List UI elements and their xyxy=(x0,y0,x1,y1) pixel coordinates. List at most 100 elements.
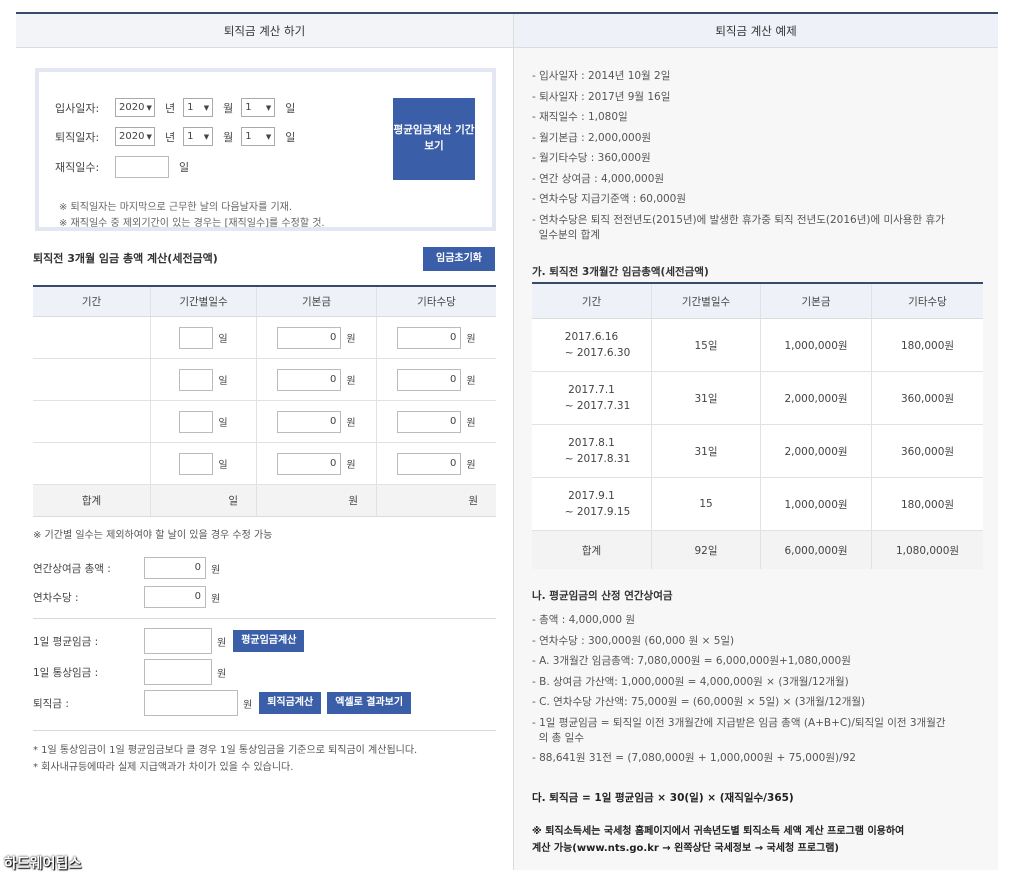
extra-input[interactable]: 0 xyxy=(397,452,462,475)
sum-row: 합계 일 원 원 xyxy=(33,485,496,517)
example-table: 기간 기간별일수 기본금 기타수당 2017.6.16 ~ 2017.6.30 1… xyxy=(532,282,983,569)
base-input[interactable]: 0 xyxy=(277,410,342,433)
retire-year-select[interactable]: 2020 ▼ xyxy=(115,127,155,146)
list-item: - 88,641원 31전 = (7,080,000원 + 1,000,000원… xyxy=(532,751,856,764)
days-note: ※ 기간별 일수는 제외하여야 할 날이 있을 경우 수정 가능 xyxy=(33,530,273,541)
date-note-2: ※ 재직일수 중 제외기간이 있는 경우는 [재직일수]를 수정할 것. xyxy=(59,218,325,229)
list-item: 일수분의 합계 xyxy=(532,228,600,241)
tenure-label: 재직일수: xyxy=(55,161,100,174)
table-row: 일 0원 0원 xyxy=(33,359,496,401)
chevron-down-icon: ▼ xyxy=(203,103,210,112)
divider xyxy=(33,730,496,731)
sum-extra: 원 xyxy=(468,495,478,507)
list-item: - A. 3개월간 임금총액: 7,080,000원 = 6,000,000원+… xyxy=(532,655,851,667)
daily-normal-input[interactable] xyxy=(144,659,212,685)
list-item: - 재직일수 : 1,080일 xyxy=(532,111,628,123)
wage-table: 기간 기간별일수 기본금 기타수당 일 0원 0원 일 0원 0원 일 0원 0… xyxy=(33,285,496,517)
calculator-panel: 퇴직금 계산 하기 입사일자: 2020 ▼ 년 1 ▼ 월 1 ▼ 일 퇴직일자: … xyxy=(16,14,513,870)
period-cell xyxy=(33,443,151,484)
list-item: - 연간 상여금 : 4,000,000원 xyxy=(532,172,665,185)
annual-bonus-row: 연간상여금 총액 : 0 원 xyxy=(33,557,220,579)
list-item: - 퇴사일자 : 2017년 9월 16일 xyxy=(532,90,671,103)
list-item: - 입사일자 : 2014년 10월 2일 xyxy=(532,70,671,82)
list-item: - B. 상여금 가산액: 1,000,000원 = 4,000,000원 × … xyxy=(532,675,849,688)
annual-bonus-input[interactable]: 0 xyxy=(144,557,206,579)
table-row: 2017.7.1 ~ 2017.7.31 31일 2,000,000원 360,0… xyxy=(532,372,983,425)
sum-days: 일 xyxy=(151,485,257,516)
list-item: - 월기본급 : 2,000,000원 xyxy=(532,131,652,144)
divider xyxy=(33,618,496,619)
example-panel: 퇴직금 계산 예제 - 입사일자 : 2014년 10월 2일 - 퇴사일자 :… xyxy=(513,14,998,870)
leave-pay-input[interactable]: 0 xyxy=(144,586,206,608)
calc-steps: - 총액 : 4,000,000 원 - 연차수당 : 300,000원 (60… xyxy=(532,610,946,768)
base-input[interactable]: 0 xyxy=(277,452,342,475)
retire-date-label: 퇴직일자: xyxy=(55,130,100,144)
sum-base: 원 xyxy=(257,485,377,516)
table-row: 2017.8.1 ~ 2017.8.31 31일 2,000,000원 360,0… xyxy=(532,425,983,478)
hire-year-select[interactable]: 2020 ▼ xyxy=(115,98,155,117)
days-input[interactable] xyxy=(179,452,214,475)
reset-wage-button[interactable]: 임금초기화 xyxy=(423,247,495,271)
wage-section-title: 퇴직전 3개월 임금 총액 계산(세전금액) xyxy=(33,252,218,265)
tenure-row: 재직일수: 일 xyxy=(55,156,193,178)
list-item: - 연차수당 : 300,000원 (60,000 원 × 5일) xyxy=(532,634,735,647)
extra-input[interactable]: 0 xyxy=(397,410,462,433)
daily-normal-row: 1일 통상임금 : 원 xyxy=(33,659,226,685)
chevron-down-icon: ▼ xyxy=(265,132,272,141)
table-row: 일 0원 0원 xyxy=(33,317,496,359)
chevron-down-icon: ▼ xyxy=(146,132,152,141)
severance-calc-button[interactable]: 퇴직금계산 xyxy=(259,692,322,714)
days-input[interactable] xyxy=(179,410,214,433)
extra-input[interactable]: 0 xyxy=(397,368,462,391)
list-item: - C. 연차수당 가산액: 75,000원 = (60,000원 × 5일) … xyxy=(532,696,866,708)
period-view-button[interactable]: 평균임금계산 기간보기 xyxy=(393,98,475,180)
date-note-1: ※ 퇴직일자는 마지막으로 근무한 날의 다음날자를 기재. xyxy=(59,202,293,213)
retire-day-select[interactable]: 1 ▼ xyxy=(241,127,276,146)
list-item: - 1일 평균임금 = 퇴직일 이전 3개월간에 지급받은 임금 총액 (A+B… xyxy=(532,716,946,729)
days-input[interactable] xyxy=(179,326,214,349)
severance-row: 퇴직금 : 원 퇴직금계산 엑셀로 결과보기 xyxy=(33,690,412,716)
section-a-title: 가. 퇴직전 3개월간 임금총액(세전금액) xyxy=(532,266,709,278)
table-row: 일 0원 0원 xyxy=(33,443,496,485)
watermark: 하드웨어팁스 xyxy=(4,856,82,872)
list-item: - 총액 : 4,000,000 원 xyxy=(532,614,636,626)
list-item: 의 총 일수 xyxy=(532,731,584,744)
section-b-title: 나. 평균임금의 산정 연간상여금 xyxy=(532,590,673,602)
list-item: - 연차수당은 퇴직 전전년도(2015년)에 발생한 휴가중 퇴직 전년도(2… xyxy=(532,213,945,226)
list-item: - 월기타수당 : 360,000원 xyxy=(532,152,651,164)
base-input[interactable]: 0 xyxy=(277,326,342,349)
days-input[interactable] xyxy=(179,368,214,391)
hire-day-select[interactable]: 1 ▼ xyxy=(241,98,276,117)
table-row: 일 0원 0원 xyxy=(33,401,496,443)
daily-average-row: 1일 평균임금 : 원 평균임금계산 xyxy=(33,628,305,654)
tax-note-2: 계산 가능(www.nts.go.kr → 왼쪽상단 국세정보 → 국세청 프로… xyxy=(532,843,840,854)
chevron-down-icon: ▼ xyxy=(146,103,152,112)
footnote-2: * 회사내규등에따라 실제 지급액과가 차이가 있을 수 있습니다. xyxy=(33,762,294,773)
period-cell xyxy=(33,401,151,442)
hire-month-select[interactable]: 1 ▼ xyxy=(183,98,214,117)
date-box: 입사일자: 2020 ▼ 년 1 ▼ 월 1 ▼ 일 퇴직일자: 2020 ▼ 년 1 ▼… xyxy=(35,68,496,231)
footnote-1: * 1일 통상임금이 1일 평균임금보다 클 경우 1일 통상임금을 기준으로 … xyxy=(33,745,418,756)
table-header: 기간 기간별일수 기본금 기타수당 xyxy=(33,287,496,317)
table-row: 2017.6.16 ~ 2017.6.30 15일 1,000,000원 180,… xyxy=(532,319,983,372)
period-cell xyxy=(33,317,151,358)
calculator-frame: 퇴직금 계산 하기 입사일자: 2020 ▼ 년 1 ▼ 월 1 ▼ 일 퇴직일자: … xyxy=(16,12,998,870)
severance-output[interactable] xyxy=(144,690,238,716)
base-input[interactable]: 0 xyxy=(277,368,342,391)
example-title: 퇴직금 계산 예제 xyxy=(514,14,998,48)
tenure-input[interactable] xyxy=(115,156,169,178)
chevron-down-icon: ▼ xyxy=(265,103,272,112)
chevron-down-icon: ▼ xyxy=(203,132,210,141)
daily-average-output[interactable] xyxy=(144,628,212,654)
retire-date-row: 퇴직일자: 2020 ▼ 년 1 ▼ 월 1 ▼ 일 xyxy=(55,127,299,146)
hire-date-row: 입사일자: 2020 ▼ 년 1 ▼ 월 1 ▼ 일 xyxy=(55,98,299,117)
list-item: - 연차수당 지급기준액 : 60,000원 xyxy=(532,193,687,205)
section-c-formula: 다. 퇴직금 = 1일 평균임금 × 30(일) × (재직일수/365) xyxy=(532,792,794,804)
hire-date-label: 입사일자: xyxy=(55,101,100,115)
average-calc-button[interactable]: 평균임금계산 xyxy=(233,630,305,652)
extra-input[interactable]: 0 xyxy=(397,326,462,349)
excel-export-button[interactable]: 엑셀로 결과보기 xyxy=(327,692,412,714)
sum-row: 합계 92일 6,000,000원 1,080,000원 xyxy=(532,531,983,569)
retire-month-select[interactable]: 1 ▼ xyxy=(183,127,214,146)
calculator-title: 퇴직금 계산 하기 xyxy=(16,14,513,48)
